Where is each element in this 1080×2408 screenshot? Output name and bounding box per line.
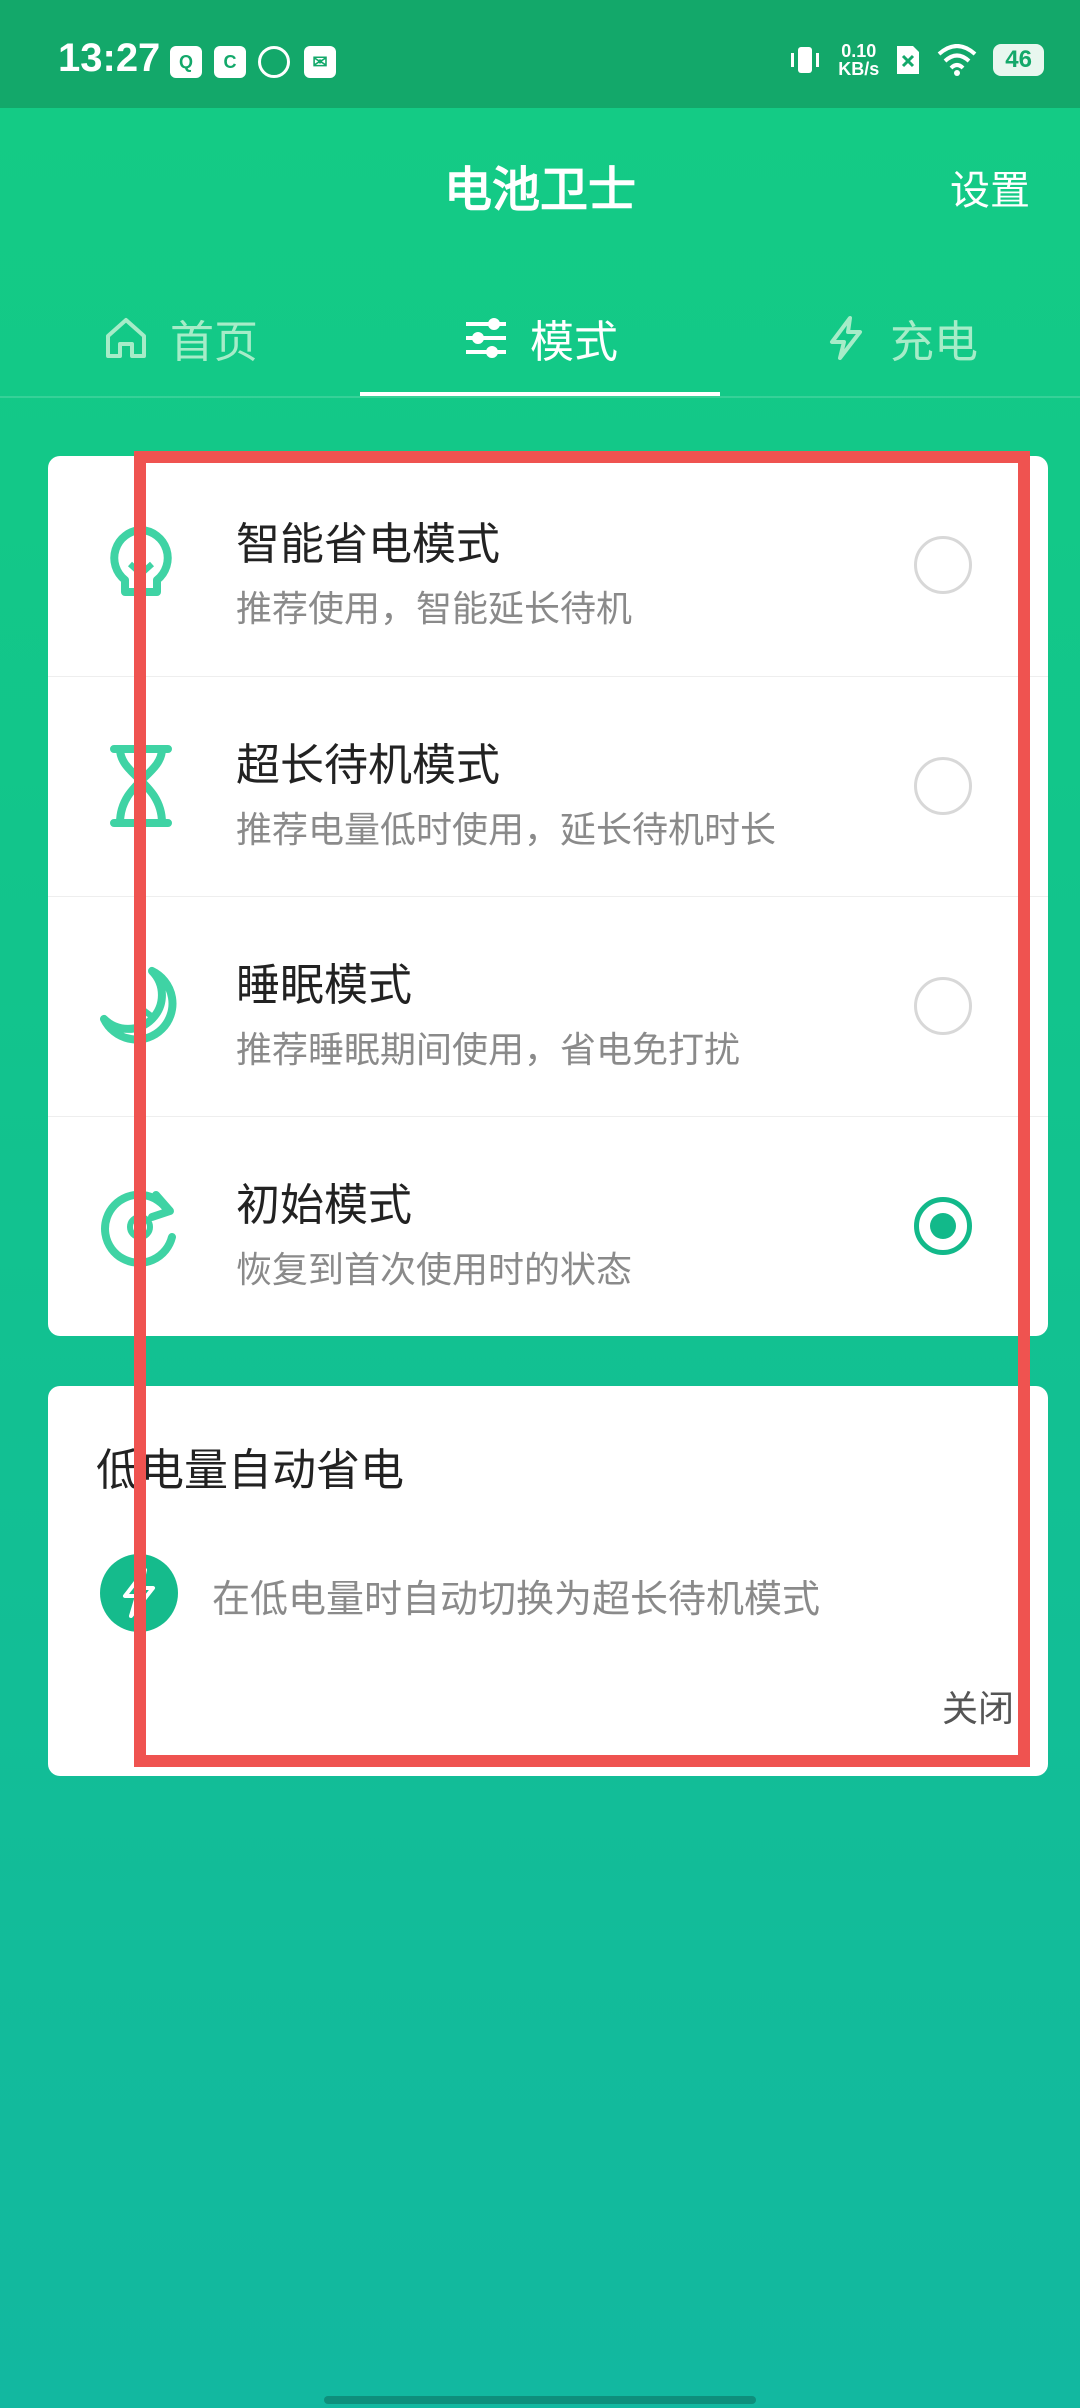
home-icon — [106, 318, 146, 358]
lightning-icon — [100, 1554, 178, 1632]
mode-title: 超长待机模式 — [236, 740, 500, 791]
wifi-icon — [937, 44, 977, 76]
low-battery-description: 在低电量时自动切换为超长待机模式 — [212, 1577, 821, 1621]
settings-button[interactable]: 设置 — [950, 158, 1030, 216]
cc-icon: C — [214, 46, 246, 78]
hourglass-icon — [110, 745, 172, 827]
lightning-icon — [830, 316, 862, 360]
mode-subtitle: 推荐使用，智能延长待机 — [236, 589, 633, 630]
mode-subtitle: 推荐电量低时使用，延长待机时长 — [236, 810, 777, 851]
mode-item-smart-saving[interactable]: 智能省电模式 推荐使用，智能延长待机 — [48, 456, 1048, 676]
low-battery-card[interactable]: 低电量自动省电 在低电量时自动切换为超长待机模式 关闭 — [48, 1386, 1048, 1776]
mode-title: 初始模式 — [236, 1180, 412, 1231]
bag-icon: ✉ — [304, 46, 336, 78]
tab-charge-label: 充电 — [890, 317, 978, 368]
mode-subtitle: 推荐睡眠期间使用，省电免打扰 — [236, 1030, 741, 1071]
battery-indicator: 46 — [993, 44, 1044, 76]
mode-item-ultra-standby[interactable]: 超长待机模式 推荐电量低时使用，延长待机时长 — [48, 676, 1048, 897]
qq-icon: Q — [170, 46, 202, 78]
mode-radio[interactable] — [914, 536, 972, 594]
status-bar: 13:27 Q C ✉ 0.10 KB/s 46 — [0, 0, 1080, 108]
vibrate-icon — [791, 47, 820, 73]
net-speed: 0.10 KB/s — [838, 42, 879, 78]
net-speed-unit: KB/s — [838, 59, 880, 79]
sliders-icon — [466, 318, 506, 358]
status-time: 13:27 — [58, 36, 161, 80]
tab-bar: 首页 模式 充电 — [0, 280, 1080, 396]
tab-mode[interactable]: 模式 — [360, 280, 720, 396]
home-indicator[interactable] — [324, 2396, 756, 2404]
tab-home[interactable]: 首页 — [0, 280, 360, 396]
mode-radio-selected[interactable] — [914, 1197, 972, 1255]
low-battery-title: 低电量自动省电 — [96, 1445, 404, 1496]
mode-item-initial[interactable]: 初始模式 恢复到首次使用时的状态 — [48, 1116, 1048, 1336]
mode-subtitle: 恢复到首次使用时的状态 — [236, 1250, 633, 1291]
mode-list-card: 智能省电模式 推荐使用，智能延长待机 超长待机模式 推荐电量低时使用，延长待机时… — [48, 456, 1048, 1336]
mode-item-sleep[interactable]: 睡眠模式 推荐睡眠期间使用，省电免打扰 — [48, 896, 1048, 1117]
page-title: 电池卫士 — [443, 162, 636, 218]
mode-title: 睡眠模式 — [236, 960, 412, 1011]
reset-icon — [101, 1190, 176, 1267]
tab-mode-label: 模式 — [530, 317, 618, 368]
leaf-icon — [258, 46, 290, 78]
mode-radio[interactable] — [914, 757, 972, 815]
mode-title: 智能省电模式 — [236, 519, 500, 570]
tab-charge[interactable]: 充电 — [720, 280, 1080, 396]
no-sim-icon — [897, 46, 920, 74]
tabs-divider — [0, 396, 1080, 398]
moon-icon — [100, 967, 177, 1044]
mode-radio[interactable] — [914, 977, 972, 1035]
net-speed-value: 0.10 — [841, 41, 877, 61]
tab-active-indicator — [360, 392, 720, 396]
tab-home-label: 首页 — [170, 317, 258, 368]
lightbulb-icon — [110, 526, 172, 596]
low-battery-status[interactable]: 关闭 — [942, 1680, 1014, 1732]
